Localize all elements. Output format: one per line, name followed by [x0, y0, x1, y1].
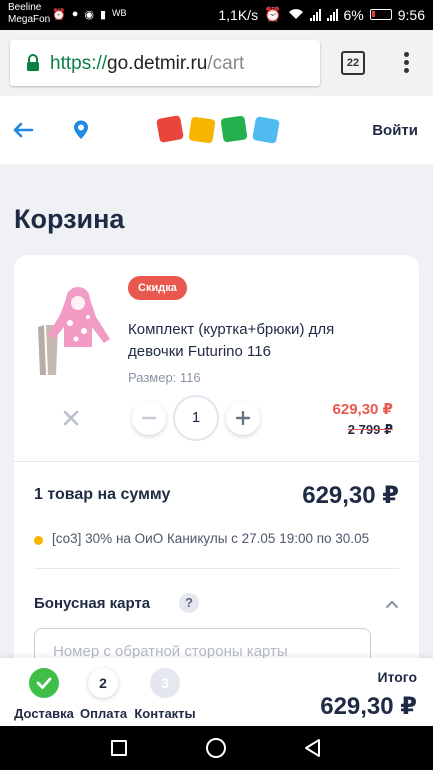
divider [34, 568, 399, 569]
signal-icon-2 [326, 8, 338, 21]
url-path: /cart [207, 53, 245, 74]
promo-text: [со3] 30% на ОиО Каникулы с 27.05 19:00 … [52, 531, 370, 546]
address-bar[interactable]: https://go.detmir.ru/cart [10, 40, 320, 86]
wifi-icon [288, 7, 304, 23]
cart-card: Скидка Комплект (куртка+брюки) для девоч… [14, 255, 419, 715]
step-number: 2 [88, 668, 118, 698]
summary-label: 1 товар на сумму [34, 486, 171, 503]
notification-icons: ⏰ ● ◉ ▮ WB [52, 8, 127, 21]
product-size: Размер: 116 [128, 370, 201, 385]
divider [14, 461, 419, 462]
step-label: Контакты [134, 706, 196, 721]
remove-item-icon[interactable] [62, 409, 80, 427]
wb-app-icon: WB [112, 8, 127, 18]
step-label: Оплата [80, 706, 128, 721]
whatsapp-icon: ◉ [84, 9, 94, 21]
alarm-clock-icon: ⏰ [264, 6, 282, 22]
price-original: 2 799 ₽ [347, 422, 393, 437]
carrier-names: Beeline MegaFon [8, 2, 50, 26]
home-icon[interactable] [206, 738, 226, 758]
url-text[interactable]: https://go.detmir.ru/cart [50, 53, 244, 75]
lock-icon [27, 54, 39, 71]
quantity-value[interactable]: 1 [173, 395, 219, 441]
checkout-bar: Доставка 2 Оплата 3 Контакты Итого 629,3… [0, 658, 433, 726]
detmir-logo[interactable] [156, 114, 282, 146]
url-host: go.detmir.ru [107, 53, 208, 74]
step-delivery[interactable]: Доставка [14, 668, 74, 721]
status-bar: Beeline MegaFon ⏰ ● ◉ ▮ WB 1,1K/s ⏰ 6% 9… [0, 0, 433, 30]
total-value: 629,30 ₽ [320, 693, 417, 720]
product-image[interactable] [34, 287, 114, 377]
recents-icon[interactable] [111, 740, 127, 756]
carrier-1: Beeline [8, 2, 42, 13]
system-nav-bar [0, 726, 433, 770]
step-payment[interactable]: 2 Оплата [80, 668, 128, 721]
quantity-increase-button[interactable] [226, 401, 260, 435]
product-name[interactable]: Комплект (куртка+брюки) для девочки Futu… [128, 319, 388, 363]
bonus-card-label[interactable]: Бонусная карта [34, 595, 150, 612]
tab-switcher-button[interactable]: 22 [341, 51, 365, 75]
step-contacts[interactable]: 3 Контакты [134, 668, 196, 721]
discount-badge: Скидка [128, 276, 187, 300]
chat-icon: ● [71, 8, 79, 20]
step-number: 3 [150, 668, 180, 698]
minus-icon [142, 416, 156, 420]
browser-menu-button[interactable] [396, 50, 416, 78]
step-done-circle [29, 668, 59, 698]
back-arrow-icon[interactable] [12, 122, 34, 138]
battery-percent: 6% [343, 6, 364, 23]
clock: 9:56 [397, 6, 425, 23]
chevron-up-icon[interactable] [385, 599, 399, 609]
checkmark-icon [36, 677, 52, 689]
summary-total: 629,30 ₽ [302, 482, 399, 509]
quantity-decrease-button[interactable] [132, 401, 166, 435]
total-label: Итого [377, 669, 417, 685]
site-header: Войти [0, 96, 433, 164]
location-pin-icon[interactable] [72, 120, 90, 140]
page-title: Корзина [14, 204, 125, 234]
step-label: Доставка [14, 706, 74, 721]
signal-icon [309, 8, 321, 21]
login-link[interactable]: Войти [372, 122, 418, 139]
price-discounted: 629,30 ₽ [332, 401, 393, 418]
promo-dot-icon [34, 536, 43, 545]
plus-icon [236, 411, 250, 425]
url-scheme: https:// [50, 53, 108, 74]
status-right: 1,1K/s ⏰ 6% 9:56 [218, 6, 425, 23]
carrier-2: MegaFon [8, 14, 51, 25]
notification-badge: ▮ [99, 9, 107, 21]
nav-back-icon[interactable] [303, 738, 321, 758]
browser-toolbar: https://go.detmir.ru/cart 22 [0, 30, 433, 96]
network-speed: 1,1K/s [218, 6, 259, 23]
help-icon[interactable]: ? [179, 593, 199, 613]
battery-icon [369, 9, 392, 20]
alarm-icon: ⏰ [52, 9, 66, 21]
